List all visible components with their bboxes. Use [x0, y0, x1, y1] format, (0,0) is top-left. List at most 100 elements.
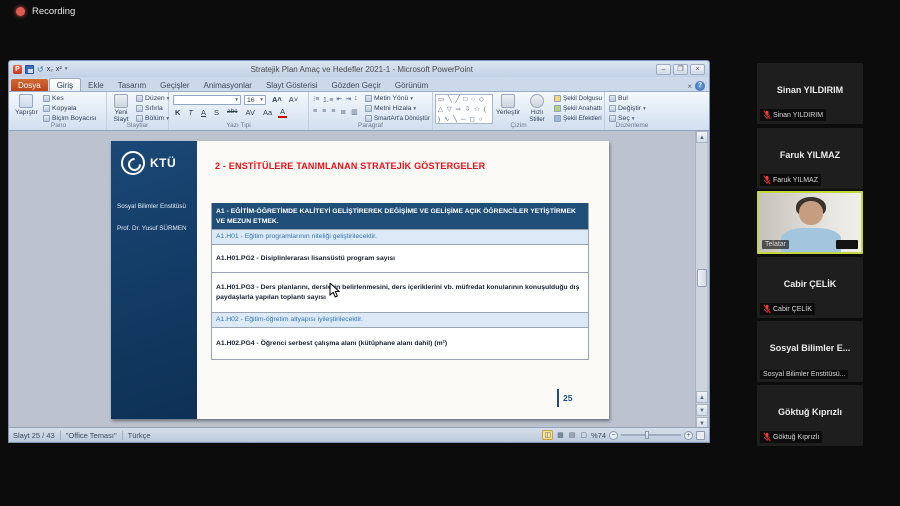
find-button[interactable]: Bul [609, 95, 628, 102]
alignment-buttons[interactable]: ≡ ≡ ≡ ≣ ▥ [313, 108, 358, 116]
strategy-header-row[interactable]: A1 - EĞİTİM-ÖĞRETİMDE KALİTEYİ GELİŞTİRE… [212, 203, 588, 229]
shapes-gallery[interactable]: ▭ ╲ ╱ □ ○ ◇ △ ▽ ⇨ ⇩ ☆ ( ) ∿ ╲ ─ ◻ ○ [435, 94, 493, 124]
slide-title[interactable]: 2 - ENSTİTÜLERE TANIMLANAN STRATEJİK GÖS… [215, 161, 595, 171]
fit-to-window-icon[interactable] [696, 431, 705, 440]
participant-video-tile[interactable]: Telatar [757, 191, 863, 254]
italic-button[interactable]: T [186, 108, 195, 118]
participant-tile[interactable]: Cabir ÇELİK Cabir ÇELİK [757, 257, 863, 318]
font-color-button[interactable]: A [278, 108, 287, 118]
zoom-slider-thumb[interactable] [645, 431, 649, 439]
zoom-slider[interactable] [621, 434, 681, 436]
indent-decrease-icon[interactable]: ⇤ [336, 95, 342, 105]
scrollbar-thumb[interactable] [697, 269, 707, 287]
participant-tile[interactable]: Faruk YILMAZ Faruk YILMAZ [757, 128, 863, 189]
zoom-level[interactable]: %74 [591, 431, 606, 440]
close-button[interactable]: × [690, 64, 705, 75]
section-button[interactable]: Bölüm ▾ [136, 115, 169, 122]
tab-animasyonlar[interactable]: Animasyonlar [197, 79, 259, 91]
numbering-icon[interactable]: ⒈≡ [322, 95, 333, 105]
quick-styles-button[interactable]: Hızlı Stiller [523, 94, 551, 123]
font-resize-buttons[interactable]: A˄ A˅ [270, 95, 300, 104]
prev-slide-button[interactable]: ▲ [696, 391, 708, 403]
list-buttons[interactable]: ⁝≡ ⒈≡ ⇤ ⇥ ↕ [313, 95, 358, 105]
minimize-button[interactable]: – [656, 64, 671, 75]
institute-name[interactable]: Sosyal Bilimler Enstitüsü [117, 203, 191, 211]
help-icon[interactable]: ? [695, 81, 705, 91]
reset-button[interactable]: Sıfırla [136, 105, 163, 112]
replace-button[interactable]: Değiştir ▾ [609, 105, 646, 112]
indicator-table[interactable]: A1 - EĞİTİM-ÖĞRETİMDE KALİTEYİ GELİŞTİRE… [211, 203, 589, 360]
bullets-icon[interactable]: ⁝≡ [313, 95, 319, 105]
layout-button[interactable]: Düzen ▾ [136, 95, 169, 102]
participant-tile[interactable]: Sosyal Bilimler E... Sosyal Bilimler Ens… [757, 321, 863, 382]
shadow-button[interactable]: S [212, 108, 221, 118]
format-painter-button[interactable]: Biçim Boyacısı [43, 115, 97, 122]
justify-icon[interactable]: ≣ [340, 108, 346, 116]
document-close-icon[interactable]: × [687, 82, 692, 91]
slide-sorter-view-icon[interactable]: ▦ [556, 431, 565, 439]
table-row[interactable]: A1.H01 - Eğitim programlarının niteliği … [212, 229, 588, 244]
subscript-icon[interactable]: x₂ [47, 66, 53, 73]
next-slide-button[interactable]: ▼ [696, 404, 708, 416]
tab-ekle[interactable]: Ekle [81, 79, 111, 91]
scroll-up-icon[interactable]: ▲ [696, 131, 708, 143]
table-row[interactable]: A1.H02 - Eğitim-öğretim altyapısı iyileş… [212, 312, 588, 327]
vertical-scrollbar[interactable]: ▲ ▲ ▼ ▼ [695, 131, 707, 429]
title-bar[interactable]: P ↺ x₂ x² ▾ Stratejik Plan Amaç ve Hedef… [9, 61, 709, 77]
zoom-in-icon[interactable]: + [684, 431, 693, 440]
line-spacing-icon[interactable]: ↕ [354, 95, 358, 105]
tab-giris[interactable]: Giriş [49, 78, 81, 91]
cut-button[interactable]: Kes [43, 95, 64, 102]
bold-button[interactable]: K [173, 108, 182, 118]
theme-name[interactable]: "Office Teması" [66, 431, 117, 440]
paste-button[interactable]: Yapıştır [15, 94, 38, 116]
save-icon[interactable] [25, 65, 34, 74]
font-size-combo[interactable]: 16 ▾ [244, 95, 266, 105]
shape-fill-button[interactable]: Şekil Dolgusu [554, 95, 602, 102]
arrange-button[interactable]: Yerleştir [495, 94, 521, 116]
normal-view-icon[interactable]: ◫ [542, 430, 553, 440]
align-right-icon[interactable]: ≡ [331, 108, 335, 116]
underline-button[interactable]: A [199, 108, 208, 118]
reading-view-icon[interactable]: ▤ [568, 431, 577, 439]
indent-increase-icon[interactable]: ⇥ [345, 95, 351, 105]
undo-icon[interactable]: ↺ [37, 65, 44, 74]
text-direction-button[interactable]: Metin Yönü ▾ [365, 95, 413, 102]
participant-tile[interactable]: Sinan YILDIRIM Sinan YILDIRIM [757, 63, 863, 124]
shrink-font-button[interactable]: A˅ [287, 95, 300, 104]
restore-button[interactable]: ❐ [673, 64, 688, 75]
change-case-button[interactable]: Aa [261, 108, 274, 118]
participant-tile[interactable]: Göktuğ Kıprızlı Göktuğ Kıprızlı [757, 385, 863, 446]
font-name-combo[interactable]: ▾ [173, 95, 241, 105]
table-row[interactable]: A1.H01.PG3 - Ders planlarını, derslerin … [212, 272, 588, 312]
quick-access-toolbar[interactable]: P ↺ x₂ x² ▾ [13, 65, 68, 74]
tab-dosya[interactable]: Dosya [11, 79, 48, 91]
tab-gecisler[interactable]: Geçişler [153, 79, 196, 91]
align-text-button[interactable]: Metni Hizala ▾ [365, 105, 416, 112]
language-indicator[interactable]: Türkçe [128, 431, 151, 440]
copy-button[interactable]: Kopyala [43, 105, 77, 112]
tab-gorunum[interactable]: Görünüm [388, 79, 435, 91]
slide-canvas[interactable]: KTÜ Sosyal Bilimler Enstitüsü Prof. Dr. … [111, 141, 609, 419]
table-row[interactable]: A1.H01.PG2 - Disiplinlerarası lisansüstü… [212, 244, 588, 272]
shape-row[interactable]: ▭ ╲ ╱ □ ○ ◇ [438, 95, 492, 105]
superscript-icon[interactable]: x² [56, 66, 62, 73]
align-left-icon[interactable]: ≡ [313, 108, 317, 116]
shape-effects-button[interactable]: Şekil Efektleri [554, 115, 602, 122]
tab-slayt-gosterisi[interactable]: Slayt Gösterisi [259, 79, 325, 91]
tab-gozden-gecir[interactable]: Gözden Geçir [325, 79, 388, 91]
presenter-name[interactable]: Prof. Dr. Yusuf SÜRMEN [117, 225, 191, 233]
align-center-icon[interactable]: ≡ [322, 108, 326, 116]
strikethrough-button[interactable]: abc [225, 108, 239, 118]
zoom-out-icon[interactable]: − [609, 431, 618, 440]
select-button[interactable]: Seç ▾ [609, 115, 634, 122]
tab-tasarim[interactable]: Tasarım [111, 79, 153, 91]
slide-counter[interactable]: Slayt 25 / 43 [13, 431, 55, 440]
table-row[interactable]: A1.H02.PG4 - Öğrenci serbest çalışma ala… [212, 327, 588, 359]
new-slide-button[interactable]: Yeni Slayt [109, 94, 133, 123]
convert-smartart-button[interactable]: SmartArt'a Dönüştür [365, 115, 430, 122]
character-spacing-button[interactable]: AV [244, 108, 257, 118]
grow-font-button[interactable]: A˄ [270, 95, 284, 104]
shape-outline-button[interactable]: Şekil Anahattı [554, 105, 602, 112]
columns-icon[interactable]: ▥ [351, 108, 358, 116]
